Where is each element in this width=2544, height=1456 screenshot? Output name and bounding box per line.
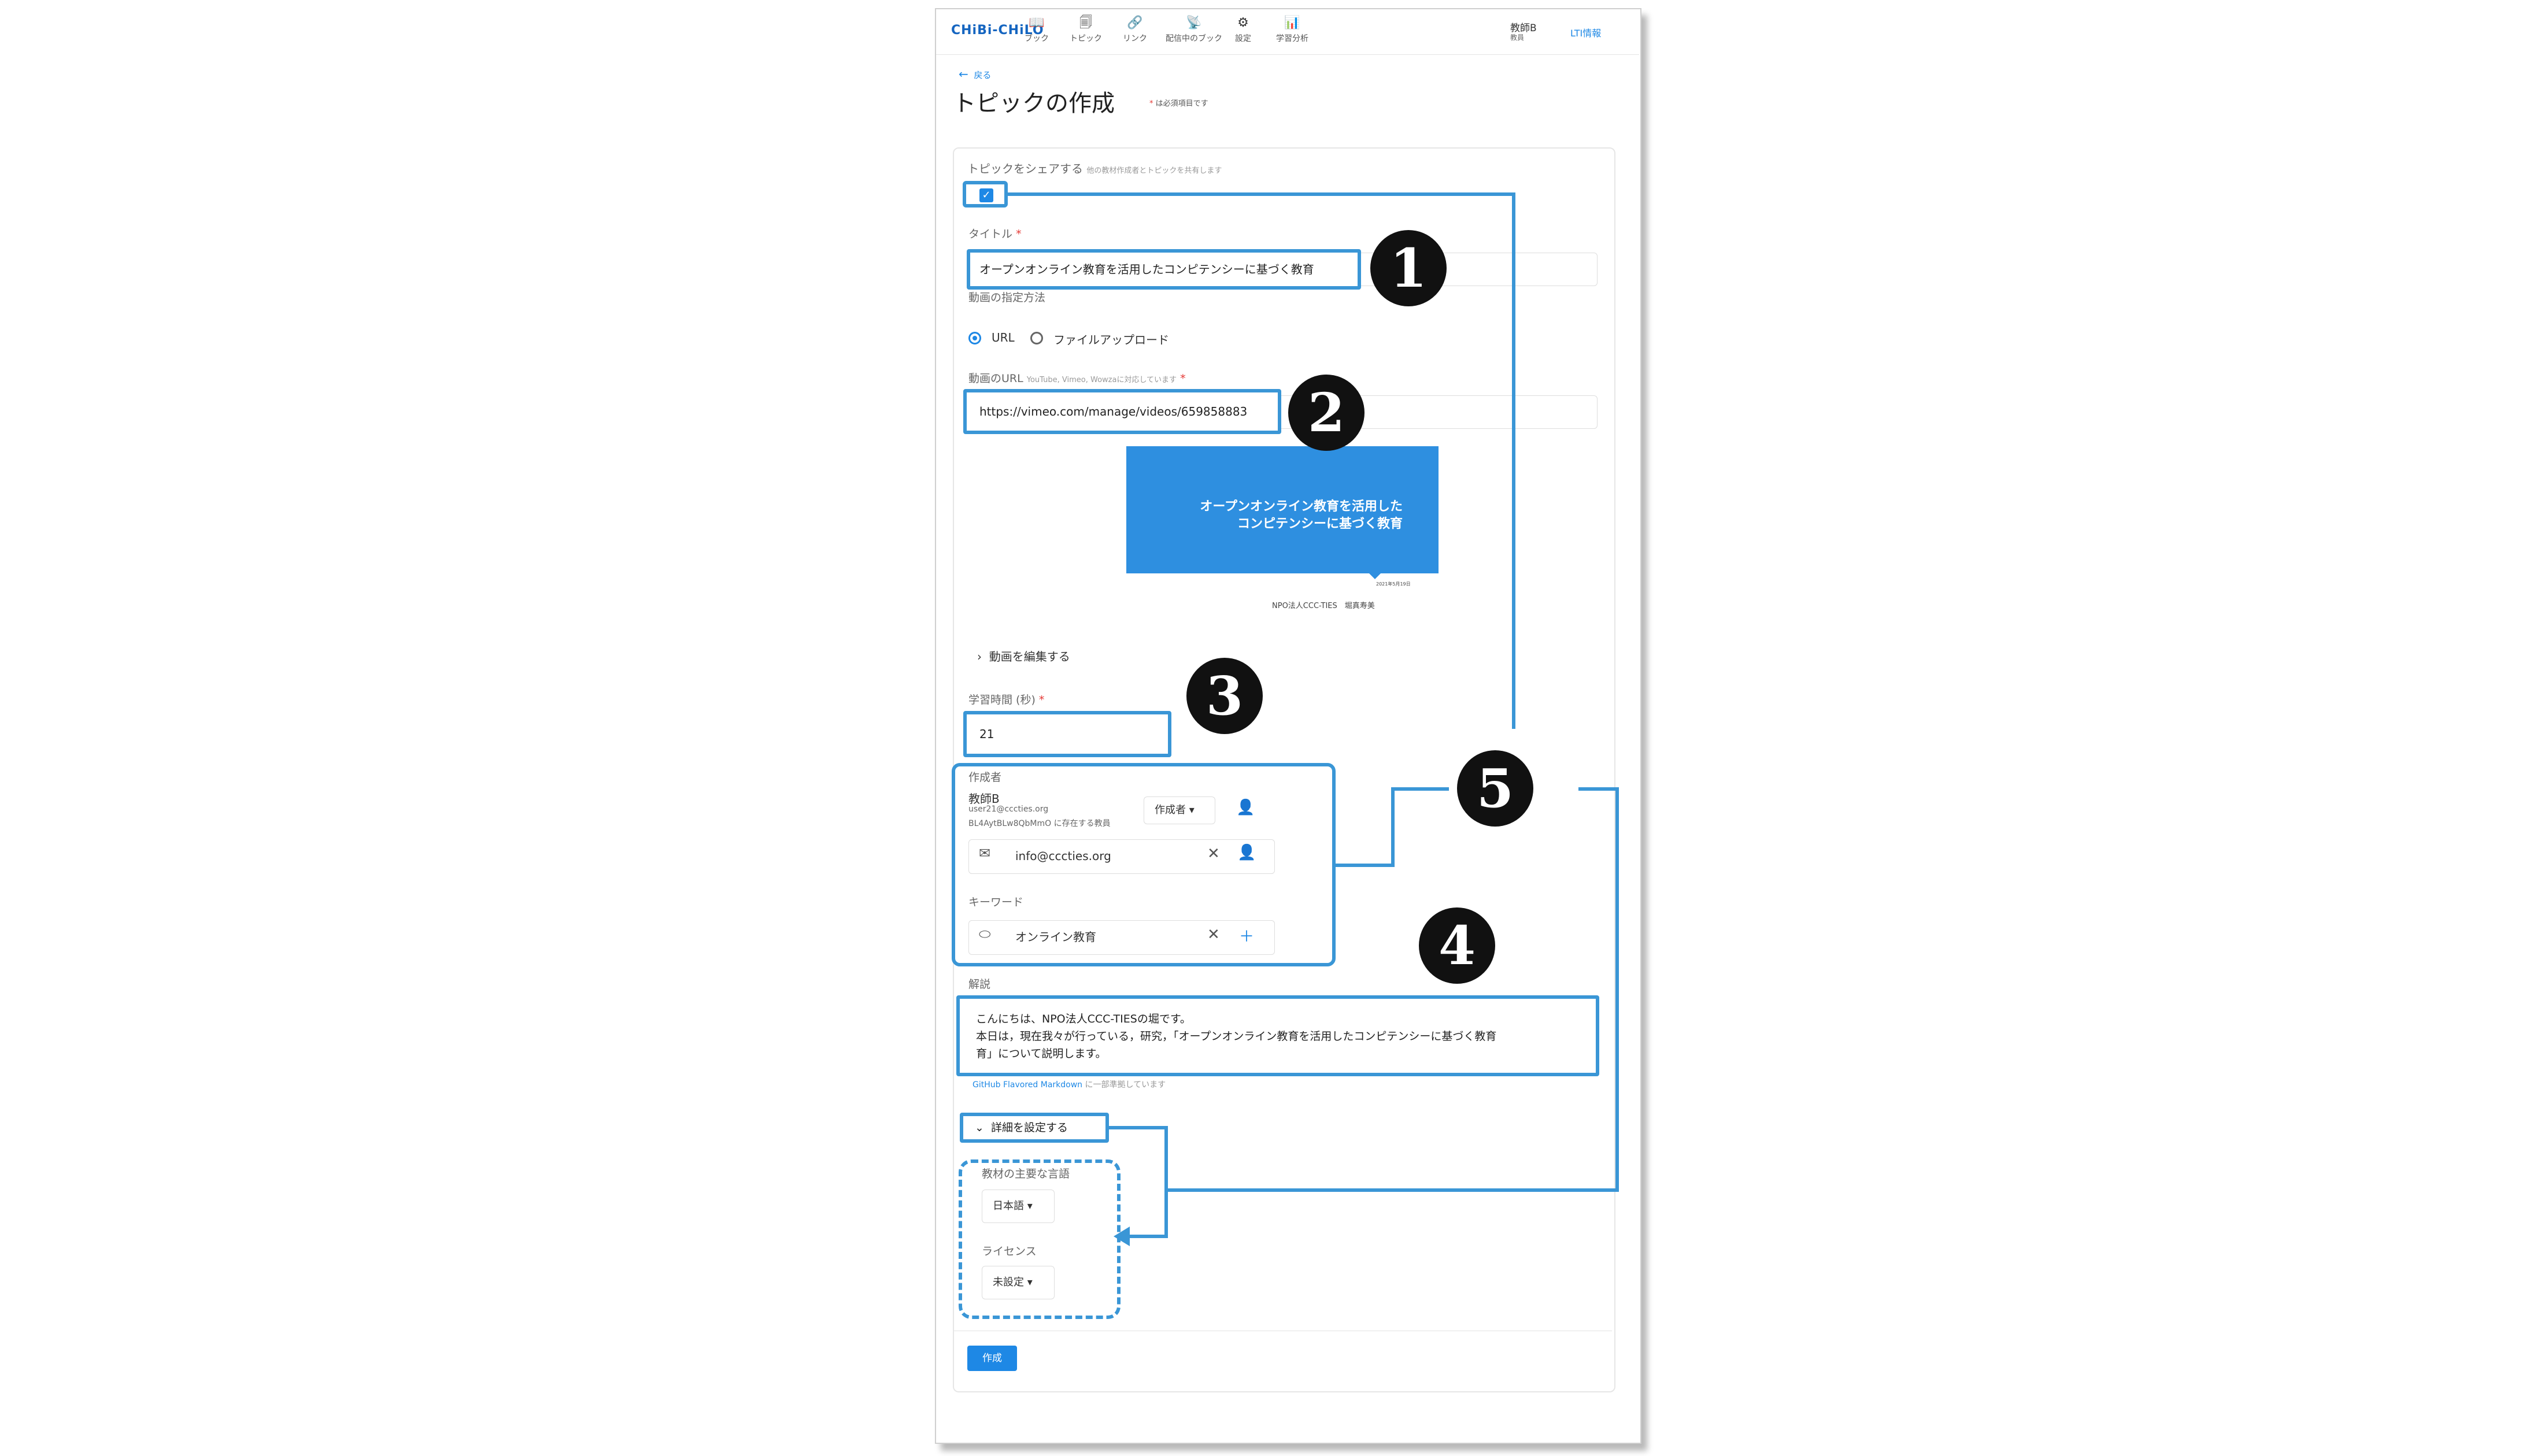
chevron-right-icon: › xyxy=(977,650,982,664)
edit-video-label: 動画を編集する xyxy=(989,650,1070,664)
nav-analytics[interactable]: 📊 学習分析 xyxy=(1269,16,1315,44)
description-label: 解説 xyxy=(968,978,991,991)
markdown-link[interactable]: GitHub Flavored Markdown xyxy=(973,1080,1082,1090)
title-required-star: * xyxy=(1016,228,1022,240)
radio-upload[interactable] xyxy=(1030,332,1043,344)
edit-video-toggle[interactable]: › 動画を編集する xyxy=(977,647,1070,664)
description-line3: 育」について説明します。 xyxy=(976,1047,1107,1060)
details-toggle-label: 詳細を設定する xyxy=(991,1121,1068,1134)
user-role: 教員 xyxy=(1510,34,1525,42)
nav-book[interactable]: 📖 ブック xyxy=(1014,16,1060,44)
nav-settings[interactable]: ⚙ 設定 xyxy=(1220,16,1266,44)
nav-analytics-label: 学習分析 xyxy=(1276,34,1308,43)
connector-line xyxy=(1391,787,1395,867)
broadcast-icon: 📡 xyxy=(1186,16,1202,30)
connector-line xyxy=(1006,192,1515,196)
details-toggle[interactable]: ⌄ 詳細を設定する xyxy=(960,1113,1109,1143)
duration-label: 学習時間 (秒) * xyxy=(968,691,1044,707)
connector-line xyxy=(1512,192,1515,729)
radio-url-label: URL xyxy=(992,331,1015,344)
nav-link[interactable]: 🔗 リンク xyxy=(1112,16,1158,44)
thumbnail-date: 2021年5月19日 xyxy=(1376,581,1411,587)
chevron-down-icon: ⌄ xyxy=(975,1121,984,1134)
connector-line xyxy=(1391,787,1449,791)
duration-input[interactable]: 21 xyxy=(963,711,1171,757)
title-label: タイトル * xyxy=(968,225,1022,241)
duration-required-star: * xyxy=(1038,694,1045,706)
callout-1: 1 xyxy=(1370,230,1447,306)
radio-url[interactable] xyxy=(968,332,981,344)
description-textarea[interactable]: こんにちは、NPO法人CCC-TIESの堀です。 本日は，現在我々が行っている，… xyxy=(956,995,1599,1076)
page-title: トピックの作成 xyxy=(953,90,1115,117)
create-button[interactable]: 作成 xyxy=(967,1346,1017,1371)
thumbnail-pointer xyxy=(1368,572,1382,579)
video-url-label: 動画のURL YouTube, Vimeo, Wowzaに対応しています * xyxy=(968,370,1186,386)
lti-info-link[interactable]: LTI情報 xyxy=(1570,25,1601,39)
share-hint: 他の教材作成者とトピックを共有します xyxy=(1086,166,1222,175)
book-icon: 📖 xyxy=(1029,16,1045,30)
connector-line xyxy=(1336,864,1395,867)
radio-upload-label: ファイルアップロード xyxy=(1053,333,1169,347)
video-url-required-star: * xyxy=(1180,372,1186,385)
advanced-settings-highlight xyxy=(959,1159,1121,1319)
nav-broadcast[interactable]: 📡 配信中のブック xyxy=(1159,16,1229,44)
required-star: * xyxy=(1149,99,1153,108)
callout-2: 2 xyxy=(1288,375,1365,451)
nav-topic[interactable]: 🗐 トピック xyxy=(1063,16,1109,44)
video-url-input[interactable]: https://vimeo.com/manage/videos/65985888… xyxy=(963,389,1281,434)
nav-book-label: ブック xyxy=(1025,34,1049,43)
authors-keywords-highlight xyxy=(952,763,1336,966)
video-url-label-text: 動画のURL xyxy=(968,372,1023,385)
callout-4: 4 xyxy=(1419,907,1495,984)
video-method-label: 動画の指定方法 xyxy=(968,291,1046,304)
nav-link-label: リンク xyxy=(1123,34,1147,43)
thumbnail-title-line1: オープンオンライン教育を活用した xyxy=(1200,499,1403,514)
description-line2: 本日は，現在我々が行っている，研究，「オープンオンライン教育を活用したコンピテン… xyxy=(976,1030,1497,1043)
connector-line xyxy=(1164,1126,1168,1238)
markdown-note: GitHub Flavored Markdown に一部準拠しています xyxy=(973,1079,1166,1090)
connector-line xyxy=(1167,1188,1619,1192)
callout-3: 3 xyxy=(1186,658,1263,734)
share-checkbox[interactable]: ✓ xyxy=(979,188,993,202)
arrowhead-icon xyxy=(1114,1227,1130,1246)
title-input[interactable]: オープンオンライン教育を活用したコンピテンシーに基づく教育 xyxy=(967,249,1361,290)
connector-line xyxy=(1127,1235,1168,1238)
thumbnail-org: NPO法人CCC-TIES 堀真寿美 xyxy=(1272,602,1375,610)
nav-broadcast-label: 配信中のブック xyxy=(1166,34,1222,43)
title-label-text: タイトル xyxy=(968,228,1013,240)
analytics-icon: 📊 xyxy=(1284,16,1300,30)
back-label: 戻る xyxy=(974,70,992,80)
topic-icon: 🗐 xyxy=(1079,16,1092,30)
markdown-note-text: に一部準拠しています xyxy=(1085,1080,1166,1090)
required-note-text: は必須項目です xyxy=(1155,99,1208,108)
share-label: トピックをシェアする 他の教材作成者とトピックを共有します xyxy=(967,160,1222,176)
gear-icon: ⚙ xyxy=(1237,16,1249,30)
connector-line xyxy=(1109,1126,1168,1129)
video-url-hint: YouTube, Vimeo, Wowzaに対応しています xyxy=(1026,376,1177,384)
nav-settings-label: 設定 xyxy=(1235,34,1251,43)
share-label-text: トピックをシェアする xyxy=(967,162,1083,176)
thumbnail-title-line2: コンピテンシーに基づく教育 xyxy=(1237,517,1403,531)
required-note: * は必須項目です xyxy=(1149,97,1208,108)
description-line1: こんにちは、NPO法人CCC-TIESの堀です。 xyxy=(976,1013,1191,1025)
connector-line xyxy=(1578,787,1619,791)
back-link[interactable]: ← 戻る xyxy=(959,67,991,81)
callout-5: 5 xyxy=(1457,750,1533,827)
duration-label-text: 学習時間 (秒) xyxy=(968,694,1036,706)
connector-line xyxy=(1615,787,1619,1192)
link-icon: 🔗 xyxy=(1127,16,1143,30)
arrow-left-icon: ← xyxy=(959,67,968,81)
nav-topic-label: トピック xyxy=(1070,34,1102,43)
header-divider xyxy=(936,54,1639,55)
